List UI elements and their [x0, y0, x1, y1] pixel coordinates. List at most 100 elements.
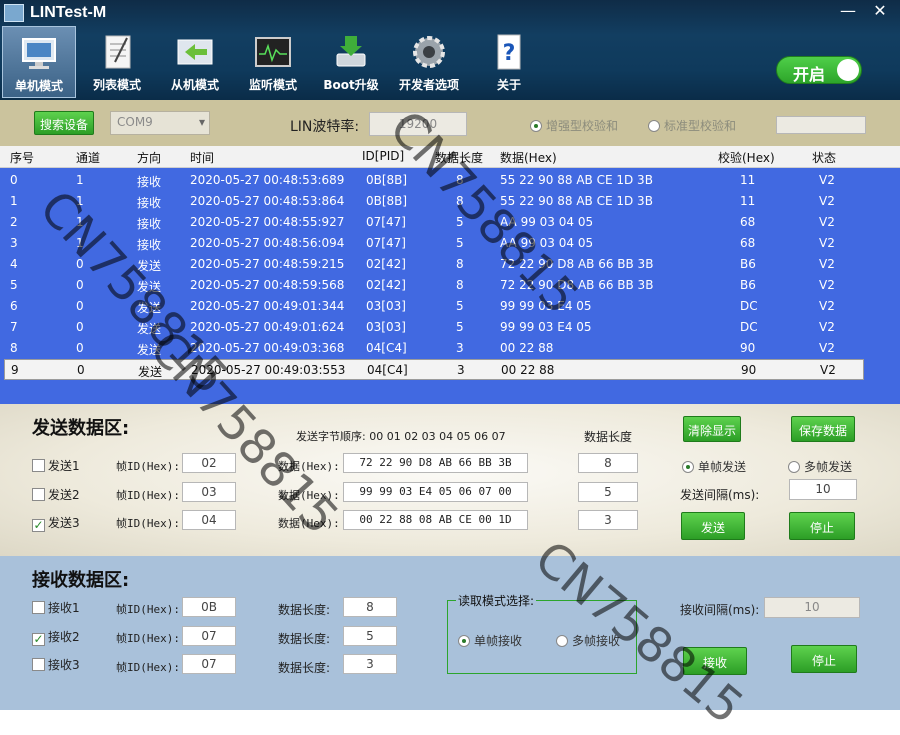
- send-stop-button[interactable]: 停止: [789, 512, 855, 540]
- table-cell: 2: [10, 215, 18, 229]
- table-row[interactable]: 4 0 发送 2020-05-27 00:48:59:215 02[42] 8 72 22 …: [4, 254, 864, 275]
- column-header[interactable]: 校验(Hex): [718, 149, 775, 166]
- data-label: 数据(Hex):: [278, 460, 340, 473]
- table-row[interactable]: 8 0 发送 2020-05-27 00:49:03:368 04[C4] 3 00 22 …: [4, 338, 864, 359]
- table-cell: 2020-05-27 00:49:03:368: [190, 341, 345, 355]
- toolbar-developer-options[interactable]: 开发者选项: [392, 26, 466, 98]
- recv1-checkbox[interactable]: 接收1: [32, 599, 80, 616]
- frame-id-label: 帧ID(Hex):: [116, 460, 180, 473]
- toolbar-about[interactable]: ? 关于: [472, 26, 546, 98]
- receive-stop-button[interactable]: 停止: [791, 645, 857, 673]
- single-send-radio[interactable]: 单帧发送: [682, 458, 746, 475]
- column-header[interactable]: 时间: [190, 149, 214, 166]
- send2-checkbox[interactable]: 发送2: [32, 486, 80, 503]
- column-header[interactable]: 数据(Hex): [500, 149, 557, 166]
- table-row[interactable]: 5 0 发送 2020-05-27 00:48:59:568 02[42] 8 72 22 …: [4, 275, 864, 296]
- checksum-standard-radio[interactable]: 标准型校验和: [648, 117, 736, 134]
- table-row[interactable]: 7 0 发送 2020-05-27 00:49:01:624 03[03] 5 99 99 …: [4, 317, 864, 338]
- power-toggle[interactable]: 开启: [776, 56, 862, 84]
- table-row[interactable]: 9 0 发送 2020-05-27 00:49:03:553 04[C4] 3 00 22 …: [4, 359, 864, 380]
- table-cell: V2: [819, 236, 835, 250]
- app-icon: [4, 4, 24, 22]
- table-row[interactable]: 2 1 接收 2020-05-27 00:48:55:927 07[47] 5 AA 99 …: [4, 212, 864, 233]
- column-header[interactable]: 通道: [76, 149, 100, 166]
- frame-id-label: 帧ID(Hex):: [116, 517, 180, 530]
- data-label: 数据(Hex):: [278, 489, 340, 502]
- recv2-length-input[interactable]: 5: [343, 626, 397, 646]
- send3-frame-id-input[interactable]: 04: [182, 510, 236, 530]
- send1-length-input[interactable]: 8: [578, 453, 638, 473]
- multi-send-radio[interactable]: 多帧发送: [788, 458, 852, 475]
- checkmark-icon: ✓: [32, 632, 45, 646]
- column-header[interactable]: ID[PID]: [362, 149, 404, 163]
- send3-checkbox[interactable]: ✓ 发送3: [32, 514, 80, 532]
- table-row[interactable]: 0 1 接收 2020-05-27 00:48:53:689 0B[8B] 8 55 22 …: [4, 170, 864, 191]
- radio-dot: [458, 635, 470, 647]
- toolbar-slave-mode[interactable]: 从机模式: [158, 26, 232, 98]
- table-row[interactable]: 3 1 接收 2020-05-27 00:48:56:094 07[47] 5 AA 99 …: [4, 233, 864, 254]
- checksum-enhanced-radio[interactable]: 增强型校验和: [530, 117, 618, 134]
- recv2-frame-id-input[interactable]: 07: [182, 626, 236, 646]
- column-header[interactable]: 数据长度: [435, 149, 483, 166]
- single-receive-radio[interactable]: 单帧接收: [458, 632, 522, 649]
- table-row[interactable]: 1 1 接收 2020-05-27 00:48:53:864 0B[8B] 8 55 22 …: [4, 191, 864, 212]
- table-cell: 5: [456, 299, 464, 313]
- toolbar-label: 监听模式: [248, 78, 297, 92]
- send-button[interactable]: 发送: [681, 512, 745, 540]
- message-table[interactable]: 序号 通道 方向 时间 ID[PID] 数据长度 数据(Hex) 校验(Hex)…: [0, 146, 900, 404]
- table-cell: 2020-05-27 00:49:03:553: [191, 363, 346, 377]
- checkmark-icon: ✓: [32, 518, 45, 532]
- column-header[interactable]: 方向: [137, 149, 161, 166]
- table-scroll-area[interactable]: [866, 168, 896, 404]
- minimize-button[interactable]: —: [836, 2, 860, 20]
- search-device-button[interactable]: 搜索设备: [34, 111, 94, 135]
- frame-id-label: 帧ID(Hex):: [116, 661, 180, 674]
- toolbar-list-mode[interactable]: 列表模式: [80, 26, 154, 98]
- send2-data-input[interactable]: 99 99 03 E4 05 06 07 00: [343, 482, 528, 502]
- table-cell: 发送: [137, 259, 162, 273]
- toolbar-label: 单机模式: [14, 79, 63, 93]
- close-button[interactable]: ✕: [868, 2, 892, 20]
- send1-frame-id-input[interactable]: 02: [182, 453, 236, 473]
- checksum-standard-label: 标准型校验和: [664, 119, 737, 133]
- multi-receive-radio[interactable]: 多帧接收: [556, 632, 620, 649]
- send3-label: 发送3: [48, 516, 80, 530]
- column-header[interactable]: 状态: [812, 149, 836, 166]
- toolbar-boot-upgrade[interactable]: Boot升级: [314, 26, 388, 98]
- recv1-frame-id-input[interactable]: 0B: [182, 597, 236, 617]
- send1-data-input[interactable]: 72 22 90 D8 AB 66 BB 3B: [343, 453, 528, 473]
- send3-length-input[interactable]: 3: [578, 510, 638, 530]
- table-row[interactable]: 6 0 发送 2020-05-27 00:49:01:344 03[03] 5 99 99 …: [4, 296, 864, 317]
- save-data-button[interactable]: 保存数据: [791, 416, 855, 442]
- recv3-checkbox[interactable]: 接收3: [32, 656, 80, 673]
- send2-frame-id-input[interactable]: 03: [182, 482, 236, 502]
- table-cell: 72 22 90 D8 AB 66 BB 3B: [500, 278, 654, 292]
- recv1-length-input[interactable]: 8: [343, 597, 397, 617]
- recv2-checkbox[interactable]: ✓ 接收2: [32, 628, 80, 646]
- send3-data-input[interactable]: 00 22 88 08 AB CE 00 1D: [343, 510, 528, 530]
- recv3-frame-id-input[interactable]: 07: [182, 654, 236, 674]
- recv3-length-input[interactable]: 3: [343, 654, 397, 674]
- baud-rate-input[interactable]: 19200: [369, 112, 467, 136]
- toolbar-single-mode[interactable]: 单机模式: [2, 26, 76, 98]
- arrow-panel-icon: [177, 39, 213, 65]
- receive-interval-input[interactable]: 10: [764, 597, 860, 618]
- table-cell: 8: [456, 257, 464, 271]
- toolbar-monitor-mode[interactable]: 监听模式: [236, 26, 310, 98]
- receive-button[interactable]: 接收: [683, 647, 747, 675]
- length-header: 数据长度: [584, 430, 633, 444]
- table-cell: 0: [76, 320, 84, 334]
- oscilloscope-icon: [255, 37, 291, 67]
- power-toggle-label: 开启: [793, 65, 826, 84]
- column-header[interactable]: 序号: [10, 149, 34, 166]
- table-cell: 55 22 90 88 AB CE 1D 3B: [500, 173, 653, 187]
- send2-length-input[interactable]: 5: [578, 482, 638, 502]
- com-port-select[interactable]: COM9: [110, 111, 210, 135]
- send-interval-input[interactable]: 10: [789, 479, 857, 500]
- send1-checkbox[interactable]: 发送1: [32, 457, 80, 474]
- read-mode-title: 读取模式选择:: [456, 592, 537, 609]
- clear-display-button[interactable]: 清除显示: [683, 416, 741, 442]
- table-cell: 72 22 90 D8 AB 66 BB 3B: [500, 257, 654, 271]
- table-cell: 4: [10, 257, 18, 271]
- extra-field[interactable]: [776, 116, 866, 134]
